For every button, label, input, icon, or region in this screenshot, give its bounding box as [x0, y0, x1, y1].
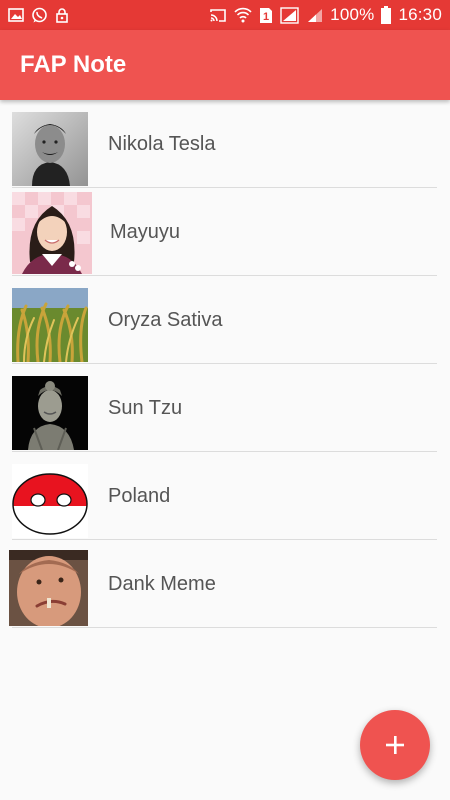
list-item-label: Dank Meme — [108, 572, 216, 595]
clock: 16:30 — [398, 5, 442, 24]
battery-icon — [381, 6, 392, 24]
cast-icon — [209, 8, 227, 23]
app-title: FAP Note — [20, 51, 127, 78]
list-item-label: Poland — [108, 484, 171, 507]
list-item-label: Nikola Tesla — [108, 132, 216, 155]
wifi-icon — [234, 7, 252, 23]
list-item[interactable]: Mayuyu — [0, 188, 450, 276]
whatsapp-icon — [31, 7, 48, 24]
list-item-label: Oryza Sativa — [108, 308, 223, 331]
plus-icon — [385, 735, 405, 755]
list-item[interactable]: Dank Meme — [0, 540, 450, 628]
sim-icon: 1 — [259, 7, 273, 24]
signal-icon — [280, 6, 300, 24]
lock-icon — [55, 7, 69, 24]
rice-plant-photo-icon — [12, 288, 88, 362]
divider — [12, 627, 437, 628]
list-item[interactable]: Oryza Sativa — [0, 276, 450, 364]
list-item[interactable]: Poland — [0, 452, 450, 540]
portrait-photo-icon — [12, 112, 88, 186]
list-item[interactable]: Nikola Tesla — [0, 100, 450, 188]
status-bar: 1 100% 16:30 — [0, 0, 450, 30]
list-item-label: Mayuyu — [110, 220, 181, 243]
face-photo-icon — [9, 550, 88, 626]
list-item-label: Sun Tzu — [108, 396, 183, 419]
status-bar-left — [8, 7, 69, 24]
polandball-drawing-icon — [12, 464, 88, 538]
signal-strength-icon — [307, 8, 323, 23]
list-item[interactable]: Sun Tzu — [0, 364, 450, 452]
status-bar-right: 1 100% 16:30 — [209, 5, 442, 25]
battery-percent: 100% — [330, 5, 375, 24]
add-note-button[interactable] — [360, 710, 430, 780]
image-icon — [8, 8, 24, 22]
portrait-photo-icon — [12, 192, 92, 274]
sim-badge: 1 — [263, 11, 269, 23]
app-bar: FAP Note — [0, 30, 450, 100]
statue-photo-icon — [12, 376, 88, 450]
